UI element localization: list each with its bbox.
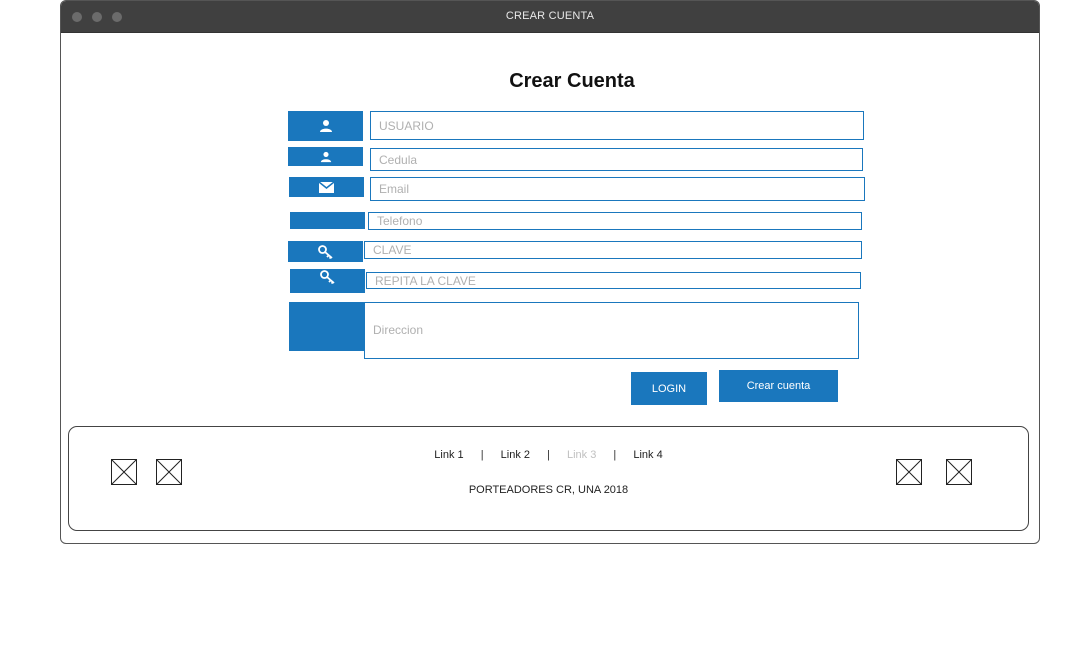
- direccion-icon-box: [289, 302, 366, 351]
- clave-input[interactable]: [364, 241, 862, 259]
- image-placeholder-icon: [896, 459, 922, 485]
- login-button[interactable]: LOGIN: [631, 372, 707, 405]
- key-icon: [317, 244, 333, 259]
- user-icon: [320, 151, 331, 162]
- link-separator: |: [547, 449, 550, 461]
- window-title: CREAR CUENTA: [505, 10, 595, 22]
- link-separator: |: [613, 449, 617, 461]
- footer-links: Link 1 | Link 2 | Link 3 | Link 4: [69, 449, 1028, 461]
- footer-link-2[interactable]: Link 2: [501, 449, 530, 461]
- copyright-text: PORTEADORES CR, UNA 2018: [468, 484, 629, 496]
- page-title: Crear Cuenta: [509, 70, 635, 92]
- title-bar: CREAR CUENTA: [61, 1, 1039, 33]
- usuario-icon-box: [288, 111, 363, 141]
- link-separator: |: [480, 449, 484, 461]
- telefono-icon-box: [290, 212, 365, 229]
- user-icon: [319, 120, 332, 132]
- image-placeholder-icon: [156, 459, 182, 485]
- envelope-icon: [319, 181, 334, 193]
- repetir-clave-icon-box: [290, 269, 365, 293]
- key-icon: [319, 270, 335, 284]
- telefono-input[interactable]: [368, 212, 862, 230]
- footer-link-4[interactable]: Link 4: [633, 449, 662, 461]
- footer-link-3: Link 3: [566, 449, 597, 461]
- cedula-icon-box: [288, 147, 363, 166]
- repetir-clave-input[interactable]: [366, 272, 861, 289]
- usuario-input[interactable]: [370, 111, 864, 140]
- clave-icon-box: [288, 241, 363, 262]
- footer-link-1[interactable]: Link 1: [434, 449, 463, 461]
- create-account-button[interactable]: Crear cuenta: [719, 370, 838, 402]
- email-icon-box: [289, 177, 364, 197]
- direccion-textarea[interactable]: [364, 302, 859, 359]
- image-placeholder-icon: [111, 459, 137, 485]
- image-placeholder-icon: [946, 459, 972, 485]
- email-input[interactable]: [370, 177, 865, 201]
- cedula-input[interactable]: [370, 148, 863, 171]
- footer: Link 1 | Link 2 | Link 3 | Link 4 PORTEA…: [68, 426, 1029, 531]
